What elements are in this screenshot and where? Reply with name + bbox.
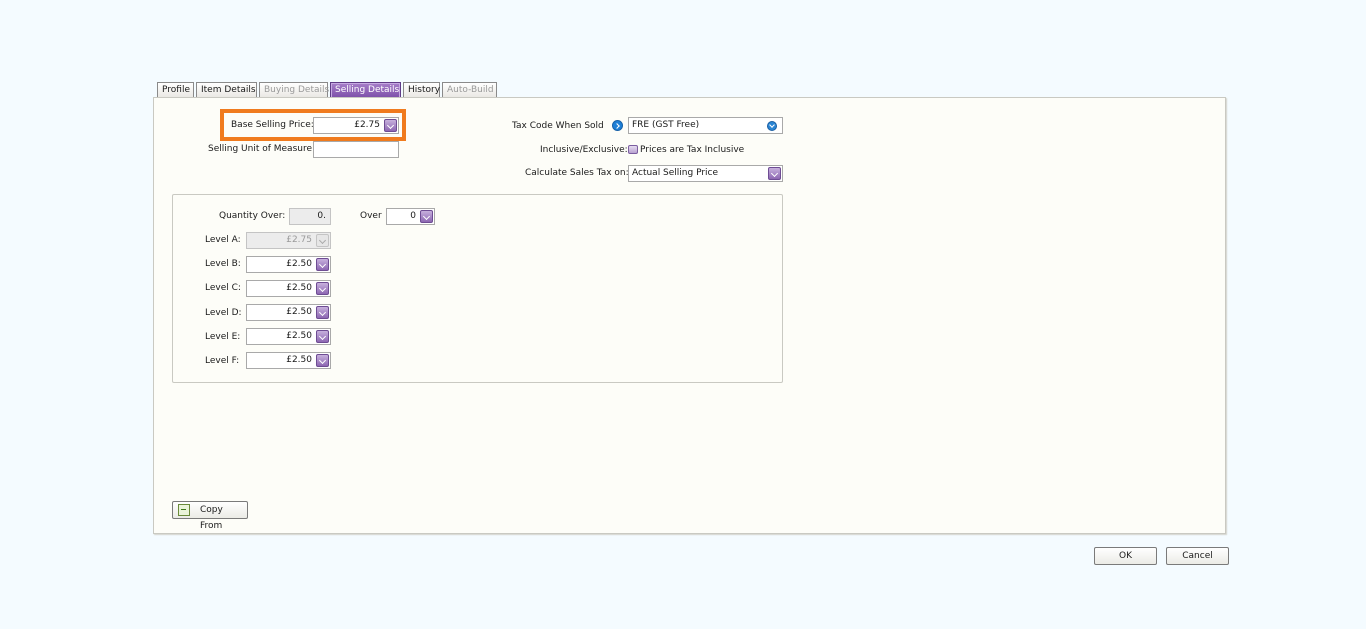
tab-selling-details[interactable]: Selling Details	[330, 82, 401, 98]
tab-buying-details: Buying Details	[259, 82, 329, 98]
unit-field[interactable]	[313, 141, 399, 158]
level-e-value: £2.50	[286, 331, 312, 341]
chevron-down-icon[interactable]	[316, 354, 329, 367]
tax-code-label: Tax Code When Sold	[512, 121, 604, 131]
level-f-field[interactable]: £2.50	[246, 352, 331, 369]
over-select[interactable]: 0	[386, 208, 435, 225]
copy-from-button[interactable]: Copy From	[172, 501, 248, 531]
tab-history[interactable]: History	[403, 82, 440, 98]
level-a-label: Level A:	[205, 235, 241, 245]
chevron-down-icon[interactable]	[768, 167, 781, 180]
unit-label: Selling Unit of Measure:	[208, 144, 316, 154]
over-value: 0	[410, 211, 416, 221]
ok-button[interactable]: OK	[1094, 547, 1157, 565]
chevron-down-icon	[316, 234, 329, 247]
level-a-value: £2.75	[286, 235, 312, 245]
calc-tax-value: Actual Selling Price	[632, 168, 719, 178]
chevron-down-icon[interactable]	[316, 330, 329, 343]
calc-tax-select[interactable]: Actual Selling Price	[628, 165, 783, 182]
level-f-value: £2.50	[286, 355, 312, 365]
quantity-over-label: Quantity Over:	[219, 211, 286, 221]
level-a-field: £2.75	[246, 232, 331, 249]
level-b-field[interactable]: £2.50	[246, 256, 331, 273]
chevron-down-icon[interactable]	[316, 282, 329, 295]
inclusive-label: Inclusive/Exclusive:	[540, 145, 628, 155]
quantity-over-field: 0.	[289, 208, 331, 225]
level-c-label: Level C:	[205, 283, 241, 293]
level-e-field[interactable]: £2.50	[246, 328, 331, 345]
calc-tax-label: Calculate Sales Tax on:	[525, 168, 629, 178]
chevron-down-icon[interactable]	[316, 306, 329, 319]
tab-auto-build: Auto-Build	[442, 82, 497, 98]
chevron-down-icon[interactable]	[316, 258, 329, 271]
chevron-down-icon[interactable]	[767, 121, 777, 131]
level-d-field[interactable]: £2.50	[246, 304, 331, 321]
tax-inclusive-checkbox[interactable]	[628, 145, 638, 154]
highlight-box	[220, 109, 406, 141]
chevron-down-icon[interactable]	[420, 210, 433, 223]
tax-code-field[interactable]: FRE (GST Free)	[628, 117, 783, 134]
level-b-value: £2.50	[286, 259, 312, 269]
level-b-label: Level B:	[205, 259, 241, 269]
over-label: Over	[360, 211, 382, 221]
tax-inclusive-label: Prices are Tax Inclusive	[640, 145, 745, 155]
quantity-over-value: 0.	[317, 211, 326, 221]
level-d-label: Level D:	[205, 308, 242, 318]
info-arrow-icon[interactable]	[612, 120, 623, 131]
cancel-button[interactable]: Cancel	[1166, 547, 1229, 565]
copy-from-label: Copy From	[200, 505, 223, 531]
tab-item-details[interactable]: Item Details	[196, 82, 257, 98]
copy-icon	[178, 504, 190, 516]
level-c-value: £2.50	[286, 283, 312, 293]
tab-profile[interactable]: Profile	[157, 82, 194, 98]
level-e-label: Level E:	[205, 332, 241, 342]
level-d-value: £2.50	[286, 307, 312, 317]
level-c-field[interactable]: £2.50	[246, 280, 331, 297]
level-f-label: Level F:	[205, 356, 240, 366]
tax-code-value: FRE (GST Free)	[632, 120, 700, 130]
